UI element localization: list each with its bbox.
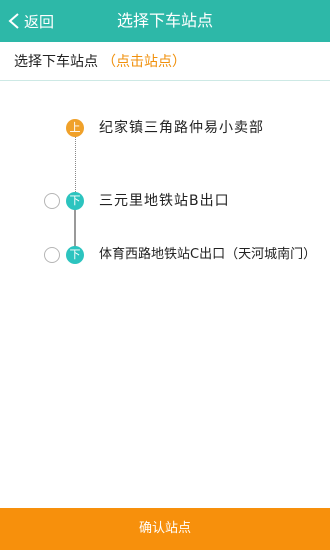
divider [0, 80, 330, 81]
boarding-badge: 上 [66, 119, 84, 137]
route-connector-solid [74, 209, 76, 249]
subheader: 选择下车站点 （点击站点） [14, 52, 186, 72]
route-connector-dotted [75, 136, 76, 192]
confirm-button[interactable]: 确认站点 [0, 508, 330, 550]
alight-badge: 下 [66, 192, 84, 210]
subheader-label: 选择下车站点 [14, 54, 98, 70]
stop-2-name[interactable]: 三元里地铁站B出口 [99, 191, 230, 211]
stop-1-name: 纪家镇三角路仲易小卖部 [99, 120, 264, 136]
alight-badge: 下 [66, 246, 84, 264]
stop-3-name[interactable]: 体育西路地铁站C出口（天河城南门） [99, 245, 316, 265]
app-header: 返回 选择下车站点 [0, 0, 330, 42]
page-title: 选择下车站点 [116, 11, 213, 30]
subheader-hint: （点击站点） [102, 54, 186, 70]
stop-3-radio[interactable] [44, 247, 60, 263]
stop-2-radio[interactable] [44, 193, 60, 209]
